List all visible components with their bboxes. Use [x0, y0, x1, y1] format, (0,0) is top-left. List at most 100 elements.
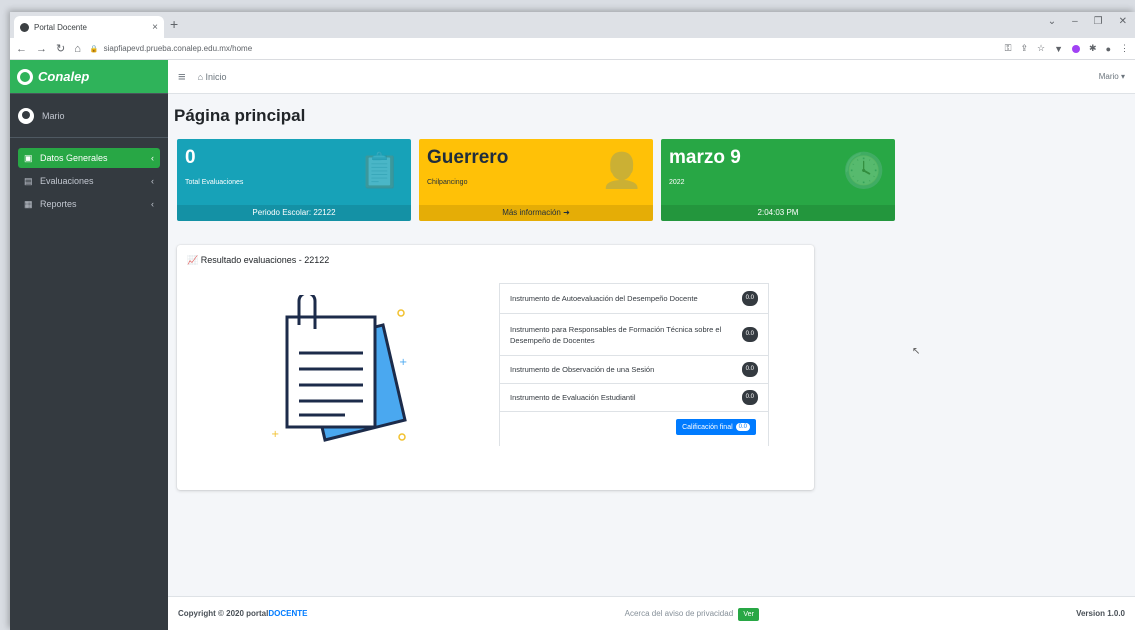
stat-text: 2022 — [669, 179, 685, 186]
stat-value: 0 — [185, 147, 196, 168]
user-name: Mario — [42, 110, 65, 121]
final-score-label: Calificación final — [682, 423, 733, 431]
page-title: Página principal — [174, 106, 306, 125]
share-icon[interactable]: ⇪ — [1020, 43, 1028, 54]
list-item: Instrumento de Evaluación Estudiantil 0.… — [500, 384, 768, 412]
window-controls: ⌄ – ❐ ✕ — [1048, 16, 1127, 27]
puzzle-icon[interactable]: ✱ — [1089, 43, 1097, 54]
stat-value: marzo 9 — [669, 147, 741, 168]
sidebar: Conalep Mario ▣ Datos Generales ‹ ▤ Eval… — [10, 60, 168, 630]
home-link[interactable]: ⌂ Inicio — [198, 72, 1099, 82]
copyright-text: Copyright © 2020 portalDOCENTE — [178, 609, 307, 618]
stat-box-location: Guerrero Chilpancingo 👤 Más información … — [419, 139, 653, 221]
score-badge: 0.0 — [741, 291, 758, 306]
score-badge: 0.0 — [741, 362, 758, 377]
filter-icon[interactable]: ▼ — [1054, 44, 1063, 54]
browser-window: Portal Docente × + ⌄ – ❐ ✕ ← → ↻ ⌂ 🔒 sia… — [10, 12, 1135, 630]
mouse-cursor-icon: ↖ — [912, 346, 921, 357]
page-footer: Copyright © 2020 portalDOCENTE Acerca de… — [168, 596, 1135, 630]
privacy-notice: Acerca del aviso de privacidad Ver — [307, 608, 1076, 621]
final-score-badge: 0.0 — [735, 423, 750, 431]
stat-box-date: marzo 9 2022 🕓 2:04:03 PM — [661, 139, 895, 221]
svg-text:+: + — [271, 429, 279, 440]
stat-value: Guerrero — [427, 147, 509, 168]
home-icon: ⌂ — [197, 71, 206, 82]
extensions-bar: ⚿ ⇪ ☆ ▼ ✱ ● ⋮ — [1005, 43, 1129, 54]
new-tab-button[interactable]: + — [170, 16, 178, 32]
sidebar-item-label: Evaluaciones — [40, 176, 94, 186]
tab-strip: Portal Docente × + ⌄ – ❐ ✕ — [10, 12, 1135, 38]
copyright-prefix: Copyright © 2020 portal — [178, 609, 269, 618]
user-avatar-icon — [18, 107, 34, 124]
sidebar-item-evaluaciones[interactable]: ▤ Evaluaciones ‹ — [18, 171, 160, 191]
brand-logo[interactable]: Conalep — [10, 60, 168, 94]
user-icon: 👤 — [600, 152, 643, 190]
list-item: Instrumento de Observación de una Sesión… — [500, 356, 768, 384]
chart-icon: ▦ — [24, 198, 33, 209]
clock-icon: 🕓 — [842, 152, 885, 190]
chevron-left-icon: ‹ — [151, 199, 154, 209]
privacy-text: Acerca del aviso de privacidad — [624, 609, 734, 618]
star-icon[interactable]: ☆ — [1037, 43, 1045, 54]
list-item: Instrumento de Autoevaluación del Desemp… — [500, 284, 768, 314]
card-title: 📈 Resultado evaluaciones - 22122 — [187, 255, 329, 266]
tab-search-icon[interactable]: ⌄ — [1048, 16, 1056, 27]
final-score-row: Calificación final 0.0 — [500, 412, 768, 446]
extension-icon[interactable] — [1072, 44, 1081, 53]
forward-icon[interactable]: → — [36, 43, 47, 55]
sidebar-item-label: Reportes — [40, 199, 77, 209]
instrument-label: Instrumento de Evaluación Estudiantil — [510, 393, 636, 402]
more-info-link[interactable]: Más información ➜ — [419, 205, 653, 221]
chart-icon: 📈 — [187, 255, 201, 265]
top-navbar: ≡ ⌂ Inicio Mario ▾ — [168, 60, 1135, 94]
instrument-label: Instrumento de Autoevaluación del Desemp… — [510, 294, 698, 303]
reload-icon[interactable]: ↻ — [56, 42, 65, 55]
score-badge: 0.0 — [741, 390, 758, 405]
svg-text:+: + — [399, 357, 407, 368]
address-bar: ← → ↻ ⌂ 🔒 siapfiapevd.prueba.conalep.edu… — [10, 38, 1135, 60]
sidebar-item-label: Datos Generales — [40, 153, 108, 163]
lock-icon: 🔒 — [89, 45, 99, 53]
close-window-button[interactable]: ✕ — [1119, 16, 1127, 27]
chevron-left-icon: ‹ — [151, 176, 154, 186]
card-title-text: Resultado evaluaciones - 22122 — [200, 255, 330, 265]
home-icon[interactable]: ⌂ — [74, 43, 81, 55]
minimize-button[interactable]: – — [1072, 16, 1078, 27]
conalep-logo-icon — [17, 68, 33, 85]
final-score-button[interactable]: Calificación final 0.0 — [676, 419, 756, 435]
brand-name: Conalep — [38, 69, 90, 84]
tasks-icon: ▤ — [24, 175, 33, 186]
version-text: Version 1.0.0 — [1076, 609, 1125, 618]
back-icon[interactable]: ← — [16, 43, 27, 55]
copyright-brand[interactable]: DOCENTE — [268, 609, 307, 618]
user-dropdown[interactable]: Mario ▾ — [1099, 72, 1125, 81]
list-item: Instrumento para Responsables de Formaci… — [500, 314, 768, 356]
profile-icon[interactable]: ● — [1106, 44, 1111, 54]
url-field[interactable]: 🔒 siapfiapevd.prueba.conalep.edu.mx/home — [90, 44, 1005, 53]
results-list: Instrumento de Autoevaluación del Desemp… — [499, 283, 769, 446]
sidebar-item-datos-generales[interactable]: ▣ Datos Generales ‹ — [18, 148, 160, 168]
id-card-icon: ▣ — [24, 152, 33, 163]
sidebar-item-reportes[interactable]: ▦ Reportes ‹ — [18, 194, 160, 214]
favicon-icon — [20, 22, 29, 32]
instrument-label: Instrumento de Observación de una Sesión — [510, 365, 655, 374]
privacy-view-button[interactable]: Ver — [738, 608, 759, 621]
key-icon[interactable]: ⚿ — [1005, 43, 1012, 54]
stat-footer: Periodo Escolar: 22122 — [177, 205, 411, 221]
stat-footer: 2:04:03 PM — [661, 205, 895, 221]
stat-text: Chilpancingo — [427, 179, 468, 186]
score-badge: 0.0 — [741, 327, 758, 342]
stat-box-evaluaciones: 0 Total Evaluaciones 📋 Periodo Escolar: … — [177, 139, 411, 221]
menu-toggle-icon[interactable]: ≡ — [178, 69, 186, 84]
stat-text: Total Evaluaciones — [185, 179, 244, 186]
restore-button[interactable]: ❐ — [1094, 16, 1103, 27]
more-icon[interactable]: ⋮ — [1120, 43, 1129, 54]
browser-tab[interactable]: Portal Docente × — [14, 16, 164, 38]
chevron-left-icon: ‹ — [151, 153, 154, 163]
results-card: 📈 Resultado evaluaciones - 22122 + + Ins… — [177, 245, 814, 490]
sidebar-menu: ▣ Datos Generales ‹ ▤ Evaluaciones ‹ ▦ R… — [10, 138, 168, 227]
tab-close-icon[interactable]: × — [152, 22, 158, 33]
user-panel[interactable]: Mario — [10, 94, 168, 138]
home-label: Inicio — [205, 71, 227, 82]
tab-title: Portal Docente — [34, 22, 87, 32]
